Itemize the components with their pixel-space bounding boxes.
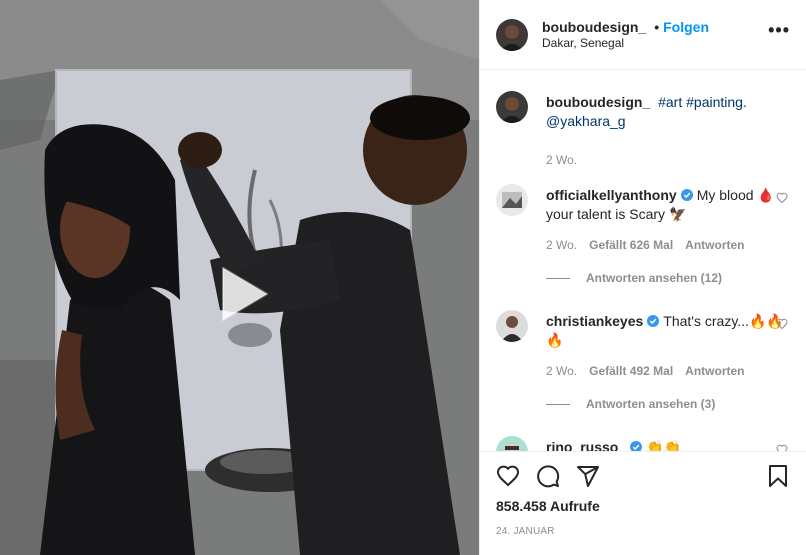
- comment-icon[interactable]: [536, 464, 560, 488]
- view-replies-label: Antworten ansehen (12): [586, 271, 723, 285]
- comment-username[interactable]: rino_russo_: [546, 439, 626, 451]
- post-date[interactable]: 24. Januar: [496, 526, 790, 537]
- commenter-avatar[interactable]: [496, 436, 528, 451]
- bookmark-icon[interactable]: [766, 464, 790, 488]
- comments-list[interactable]: bouboudesign_ #art #painting. @yakhara_g…: [480, 71, 806, 451]
- verified-badge-icon: [630, 441, 643, 451]
- comment-item: christiankeyes That's crazy...🔥🔥🔥 2 Wo. G…: [496, 310, 790, 414]
- post-header: bouboudesign_ • Folgen Dakar, Senegal •••: [480, 0, 806, 70]
- caption: bouboudesign_ #art #painting. @yakhara_g…: [496, 91, 790, 170]
- comment-username[interactable]: officialkellyanthony: [546, 187, 677, 203]
- caption-mention[interactable]: @yakhara_g: [546, 113, 626, 129]
- reply-button[interactable]: Antworten: [685, 362, 744, 381]
- author-avatar[interactable]: [496, 91, 528, 123]
- follow-button[interactable]: Folgen: [663, 19, 709, 35]
- comment-likes[interactable]: Gefällt 626 Mal: [589, 236, 673, 255]
- comment-username[interactable]: christiankeyes: [546, 313, 643, 329]
- replies-divider: [546, 404, 570, 405]
- view-count[interactable]: 858.458 Aufrufe: [496, 498, 790, 514]
- header-separator: •: [654, 18, 660, 35]
- comment-item: officialkellyanthony My blood 🩸 your tale…: [496, 184, 790, 288]
- location-link[interactable]: Dakar, Senegal: [542, 35, 768, 51]
- comment-like-icon[interactable]: [776, 444, 788, 451]
- video-player[interactable]: [0, 0, 479, 555]
- comment-text: 👏👏: [646, 439, 682, 451]
- comment-likes[interactable]: Gefällt 492 Mal: [589, 362, 673, 381]
- play-icon[interactable]: [209, 262, 273, 326]
- comment-like-icon[interactable]: [776, 192, 788, 204]
- caption-username[interactable]: bouboudesign_: [546, 94, 650, 110]
- comment-age[interactable]: 2 Wo.: [546, 236, 577, 255]
- more-options-button[interactable]: •••: [768, 20, 790, 49]
- post-sidebar: bouboudesign_ • Folgen Dakar, Senegal ••• …: [479, 0, 806, 555]
- verified-badge-icon: [647, 315, 660, 327]
- comment-age[interactable]: 2 Wo.: [546, 362, 577, 381]
- heart-icon[interactable]: [496, 464, 520, 488]
- paper-plane-icon[interactable]: [576, 464, 600, 488]
- commenter-avatar[interactable]: [496, 184, 528, 216]
- caption-hashtags[interactable]: #art #painting.: [658, 94, 747, 110]
- author-username[interactable]: bouboudesign_: [542, 19, 646, 35]
- view-replies-button[interactable]: Antworten ansehen (3): [546, 395, 790, 414]
- comment-like-icon[interactable]: [776, 318, 788, 330]
- view-replies-label: Antworten ansehen (3): [586, 397, 716, 411]
- commenter-avatar[interactable]: [496, 310, 528, 342]
- replies-divider: [546, 278, 570, 279]
- verified-badge-icon: [680, 189, 693, 201]
- view-replies-button[interactable]: Antworten ansehen (12): [546, 269, 790, 288]
- comment-item: rino_russo_ 👏👏: [496, 436, 790, 451]
- reply-button[interactable]: Antworten: [685, 236, 744, 255]
- instagram-post: bouboudesign_ • Folgen Dakar, Senegal ••• …: [0, 0, 806, 555]
- post-actions: 858.458 Aufrufe 24. Januar: [480, 451, 806, 537]
- caption-age[interactable]: 2 Wo.: [546, 151, 577, 170]
- author-avatar[interactable]: [496, 18, 528, 51]
